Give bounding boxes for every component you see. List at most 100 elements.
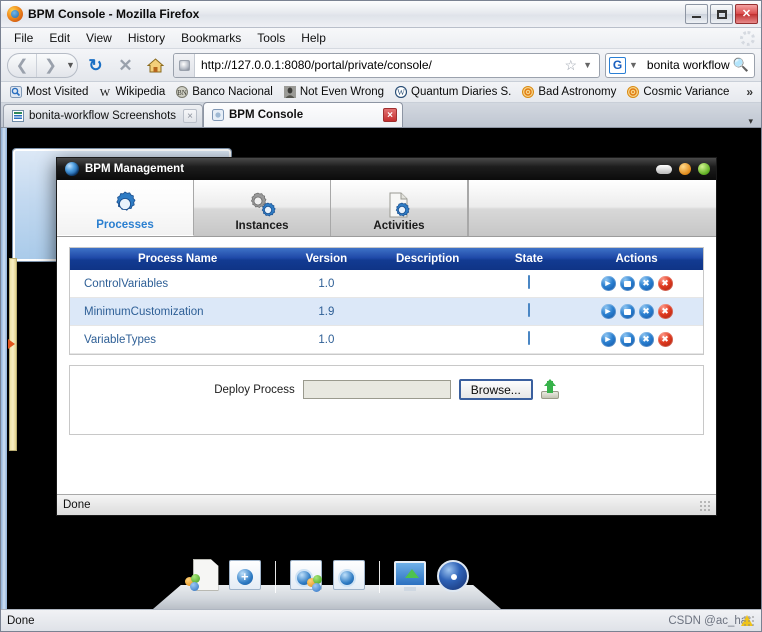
star-icon[interactable]: ☆ [562, 57, 581, 74]
bookmarks-overflow-icon[interactable]: » [742, 85, 757, 99]
cell-process-name[interactable]: ControlVariables [70, 270, 285, 298]
minimize-pill-button[interactable] [656, 165, 672, 174]
site-identity-icon[interactable] [174, 54, 195, 77]
disable-icon[interactable]: ✖ [639, 304, 654, 319]
page-left-rail [1, 128, 7, 609]
menu-edit[interactable]: Edit [42, 29, 77, 47]
bpm-tab-bar: Processes [57, 180, 716, 237]
delete-icon[interactable]: ✖ [658, 304, 673, 319]
bookmark-quantum-diaries[interactable]: W Quantum Diaries S. [390, 85, 516, 99]
zoom-orange-button[interactable] [679, 163, 691, 175]
bookmark-bad-astronomy[interactable]: Bad Astronomy [517, 85, 621, 99]
maximize-button[interactable] [710, 4, 733, 24]
cell-state [488, 270, 570, 298]
column-actions[interactable]: Actions [570, 248, 703, 270]
bookmark-most-visited[interactable]: Most Visited [5, 85, 93, 99]
delete-icon[interactable]: ✖ [658, 332, 673, 347]
table-row[interactable]: VariableTypes 1.0 ► [70, 326, 703, 354]
menu-view[interactable]: View [79, 29, 119, 47]
table-row[interactable]: ControlVariables 1.0 ► [70, 270, 703, 298]
google-icon[interactable]: G [609, 57, 626, 74]
chevron-down-icon[interactable]: ▼ [64, 60, 77, 70]
menu-tools[interactable]: Tools [250, 29, 292, 47]
document-stack-icon[interactable] [185, 559, 219, 593]
watermark-text: CSDN @ac_har [668, 615, 751, 627]
menu-bookmarks[interactable]: Bookmarks [174, 29, 248, 47]
menu-history[interactable]: History [121, 29, 172, 47]
bookmark-label: Bad Astronomy [538, 86, 616, 98]
screen-share-icon[interactable] [393, 559, 427, 593]
preferences-window-icon[interactable] [332, 559, 366, 593]
cell-process-name[interactable]: VariableTypes [70, 326, 285, 354]
resize-grip-icon[interactable] [743, 615, 755, 627]
reload-icon[interactable]: ↻ [83, 53, 108, 78]
tab-label: Instances [235, 220, 288, 232]
stop-icon[interactable] [620, 304, 635, 319]
sidebar-expand-arrow-icon[interactable] [8, 339, 15, 349]
firefox-titlebar: BPM Console - Mozilla Firefox ✕ [1, 1, 761, 28]
maximize-green-button[interactable] [698, 163, 710, 175]
deploy-file-input[interactable] [303, 380, 451, 399]
bookmark-not-even-wrong[interactable]: Not Even Wrong [279, 85, 389, 99]
dock-separator [379, 561, 380, 593]
tab-bpm-console[interactable]: BPM Console × [203, 102, 403, 127]
url-text[interactable]: http://127.0.0.1:8080/portal/private/con… [195, 58, 562, 72]
upload-icon[interactable] [541, 381, 559, 399]
bpm-management-window: BPM Management [56, 157, 717, 516]
tab-processes[interactable]: Processes [57, 180, 194, 236]
url-bar[interactable]: http://127.0.0.1:8080/portal/private/con… [173, 53, 600, 78]
minimize-button[interactable] [685, 4, 708, 24]
back-arrow-icon[interactable]: ❮ [8, 54, 36, 77]
menu-file[interactable]: File [7, 29, 40, 47]
home-icon[interactable] [143, 53, 168, 78]
disable-icon[interactable]: ✖ [639, 332, 654, 347]
column-description[interactable]: Description [368, 248, 488, 270]
cell-process-name[interactable]: MinimumCustomization [70, 298, 285, 326]
tab-close-button[interactable]: × [383, 108, 397, 122]
collapsed-sidebar-strip[interactable] [9, 258, 17, 451]
start-icon[interactable]: ► [601, 332, 616, 347]
navigation-toolbar: ❮ ❯ ▼ ↻ ✕ http://127.0.0.1:8080/portal/p… [1, 49, 761, 82]
bookmark-wikipedia[interactable]: W Wikipedia [94, 85, 170, 99]
resize-grip-icon[interactable] [699, 500, 710, 511]
menu-help[interactable]: Help [294, 29, 333, 47]
bookmark-cosmic-variance[interactable]: Cosmic Variance [622, 85, 734, 99]
start-icon[interactable]: ► [601, 304, 616, 319]
browse-button[interactable]: Browse... [459, 379, 533, 400]
start-icon[interactable]: ► [601, 276, 616, 291]
close-button[interactable]: ✕ [735, 4, 758, 24]
gear-icon [111, 189, 139, 219]
disable-icon[interactable]: ✖ [639, 276, 654, 291]
column-version[interactable]: Version [285, 248, 367, 270]
cell-state [488, 298, 570, 326]
monitor-icon [520, 304, 537, 319]
tab-bonita-workflow-screenshots[interactable]: bonita-workflow Screenshots × [3, 104, 203, 127]
stop-icon[interactable]: ✕ [113, 53, 138, 78]
stop-icon[interactable] [620, 332, 635, 347]
tab-instances[interactable]: Instances [194, 180, 331, 236]
stop-icon[interactable] [620, 276, 635, 291]
delete-icon[interactable]: ✖ [658, 276, 673, 291]
bookmark-label: Not Even Wrong [300, 86, 384, 98]
column-state[interactable]: State [488, 248, 570, 270]
magnifier-icon[interactable]: 🔍 [733, 57, 754, 73]
dock-items: + [153, 559, 501, 593]
network-globe-icon[interactable] [436, 559, 470, 593]
new-window-icon[interactable]: + [228, 559, 262, 593]
search-input[interactable]: bonita workflow [641, 58, 733, 72]
url-dropdown-icon[interactable]: ▼ [580, 60, 595, 70]
search-bar[interactable]: G ▼ bonita workflow 🔍 [605, 53, 755, 78]
wordpress-icon: W [395, 86, 407, 98]
tab-list-dropdown-icon[interactable]: ▾ [742, 116, 759, 127]
bookmarks-toolbar: Most Visited W Wikipedia BN Banco Nacion… [1, 82, 761, 103]
table-header-row: Process Name Version Description State A… [70, 248, 703, 270]
bookmark-banco-nacional[interactable]: BN Banco Nacional [171, 85, 278, 99]
settings-window-icon[interactable] [289, 559, 323, 593]
table-row[interactable]: MinimumCustomization 1.9 ► [70, 298, 703, 326]
search-engine-dropdown-icon[interactable]: ▼ [626, 60, 641, 70]
bookmark-label: Banco Nacional [192, 86, 273, 98]
tab-close-button[interactable]: × [183, 109, 197, 123]
tab-activities[interactable]: Activities [331, 180, 468, 236]
column-process-name[interactable]: Process Name [70, 248, 285, 270]
forward-arrow-icon[interactable]: ❯ [36, 54, 64, 77]
